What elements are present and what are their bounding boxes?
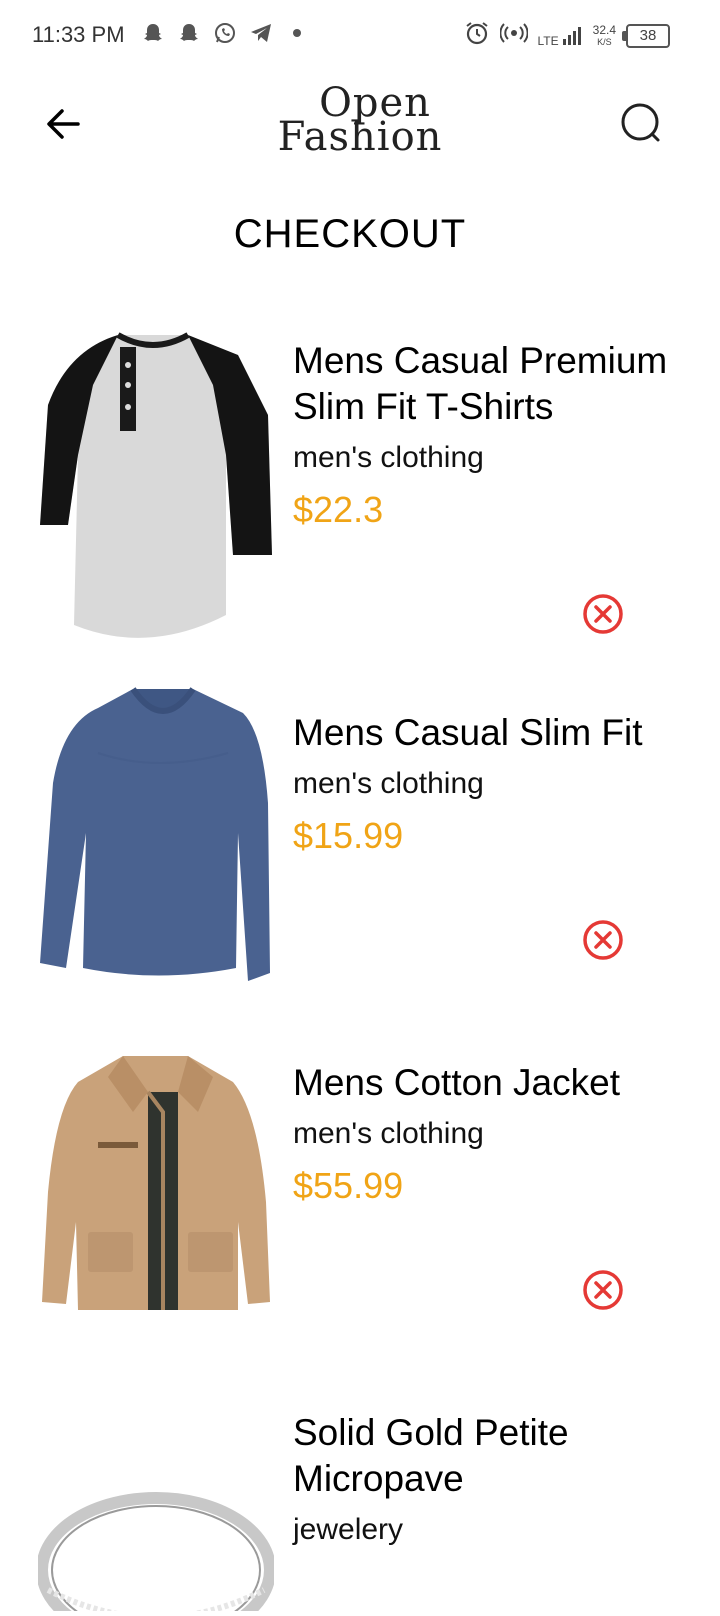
remove-item-button[interactable] — [581, 1268, 625, 1312]
hotspot-icon — [498, 22, 529, 49]
network-speed: 32.4 K/S — [593, 24, 616, 48]
system-icons: LTE 32.4 K/S 38 — [464, 20, 670, 51]
notification-icons — [140, 20, 310, 46]
snapchat-icon — [176, 20, 202, 46]
page-title: CHECKOUT — [233, 212, 467, 256]
cart-item: Mens Casual Premium Slim Fit T-Shirts me… — [0, 320, 720, 650]
signal-icon: LTE — [538, 25, 583, 47]
product-info: Mens Casual Premium Slim Fit T-Shirts me… — [293, 338, 673, 532]
product-name[interactable]: Mens Casual Slim Fit — [293, 710, 673, 756]
remove-item-button[interactable] — [581, 918, 625, 962]
product-name[interactable]: Mens Cotton Jacket — [293, 1060, 673, 1106]
alarm-icon — [464, 20, 490, 51]
speed-value: 32.4 — [592, 22, 616, 37]
status-time: 11:33 PM — [32, 22, 125, 47]
product-image-khaki-jacket[interactable] — [38, 1052, 274, 1352]
close-circle-icon — [583, 594, 623, 634]
snapchat-icon — [140, 20, 166, 46]
close-circle-icon — [583, 920, 623, 960]
speed-unit: K/S — [597, 36, 612, 47]
search-icon — [621, 103, 660, 142]
cart-item: Mens Casual Slim Fit men's clothing $15.… — [0, 680, 720, 1010]
more-notifications-dot — [284, 20, 310, 46]
arrow-left-icon — [47, 109, 80, 139]
back-button[interactable] — [36, 98, 88, 150]
product-category: jewelery — [293, 1513, 404, 1546]
status-bar: 11:33 PM LTE 32.4 K/S 38 — [0, 0, 720, 72]
telegram-icon — [248, 20, 274, 46]
product-image-ring[interactable] — [36, 1470, 276, 1616]
app-header: Open Fashion — [0, 80, 720, 170]
whatsapp-icon — [212, 20, 238, 46]
product-name[interactable]: Solid Gold Petite Micropave — [293, 1410, 673, 1502]
product-image-raglan-shirt[interactable] — [38, 325, 274, 645]
brand-logo: Open Fashion — [260, 83, 460, 166]
product-price: $22.3 — [293, 489, 384, 530]
product-price: $55.99 — [293, 1165, 404, 1206]
product-category: men's clothing — [293, 1117, 484, 1150]
product-image-blue-shirt[interactable] — [38, 683, 274, 988]
product-category: men's clothing — [293, 767, 484, 800]
cart-item: Mens Cotton Jacket men's clothing $55.99 — [0, 1040, 720, 1370]
search-button[interactable] — [614, 96, 670, 152]
product-name[interactable]: Mens Casual Premium Slim Fit T-Shirts — [293, 338, 673, 430]
lte-label: LTE — [537, 33, 559, 48]
battery-icon: 38 — [622, 23, 670, 48]
product-info: Mens Cotton Jacket men's clothing $55.99 — [293, 1060, 673, 1208]
close-circle-icon — [583, 1270, 623, 1310]
product-info: Mens Casual Slim Fit men's clothing $15.… — [293, 710, 673, 858]
product-category: men's clothing — [293, 441, 484, 474]
logo-line-2: Fashion — [277, 114, 443, 160]
cart-item: Solid Gold Petite Micropave jewelery — [0, 1400, 720, 1616]
product-price: $15.99 — [293, 815, 404, 856]
product-info: Solid Gold Petite Micropave jewelery — [293, 1410, 673, 1550]
remove-item-button[interactable] — [581, 592, 625, 636]
